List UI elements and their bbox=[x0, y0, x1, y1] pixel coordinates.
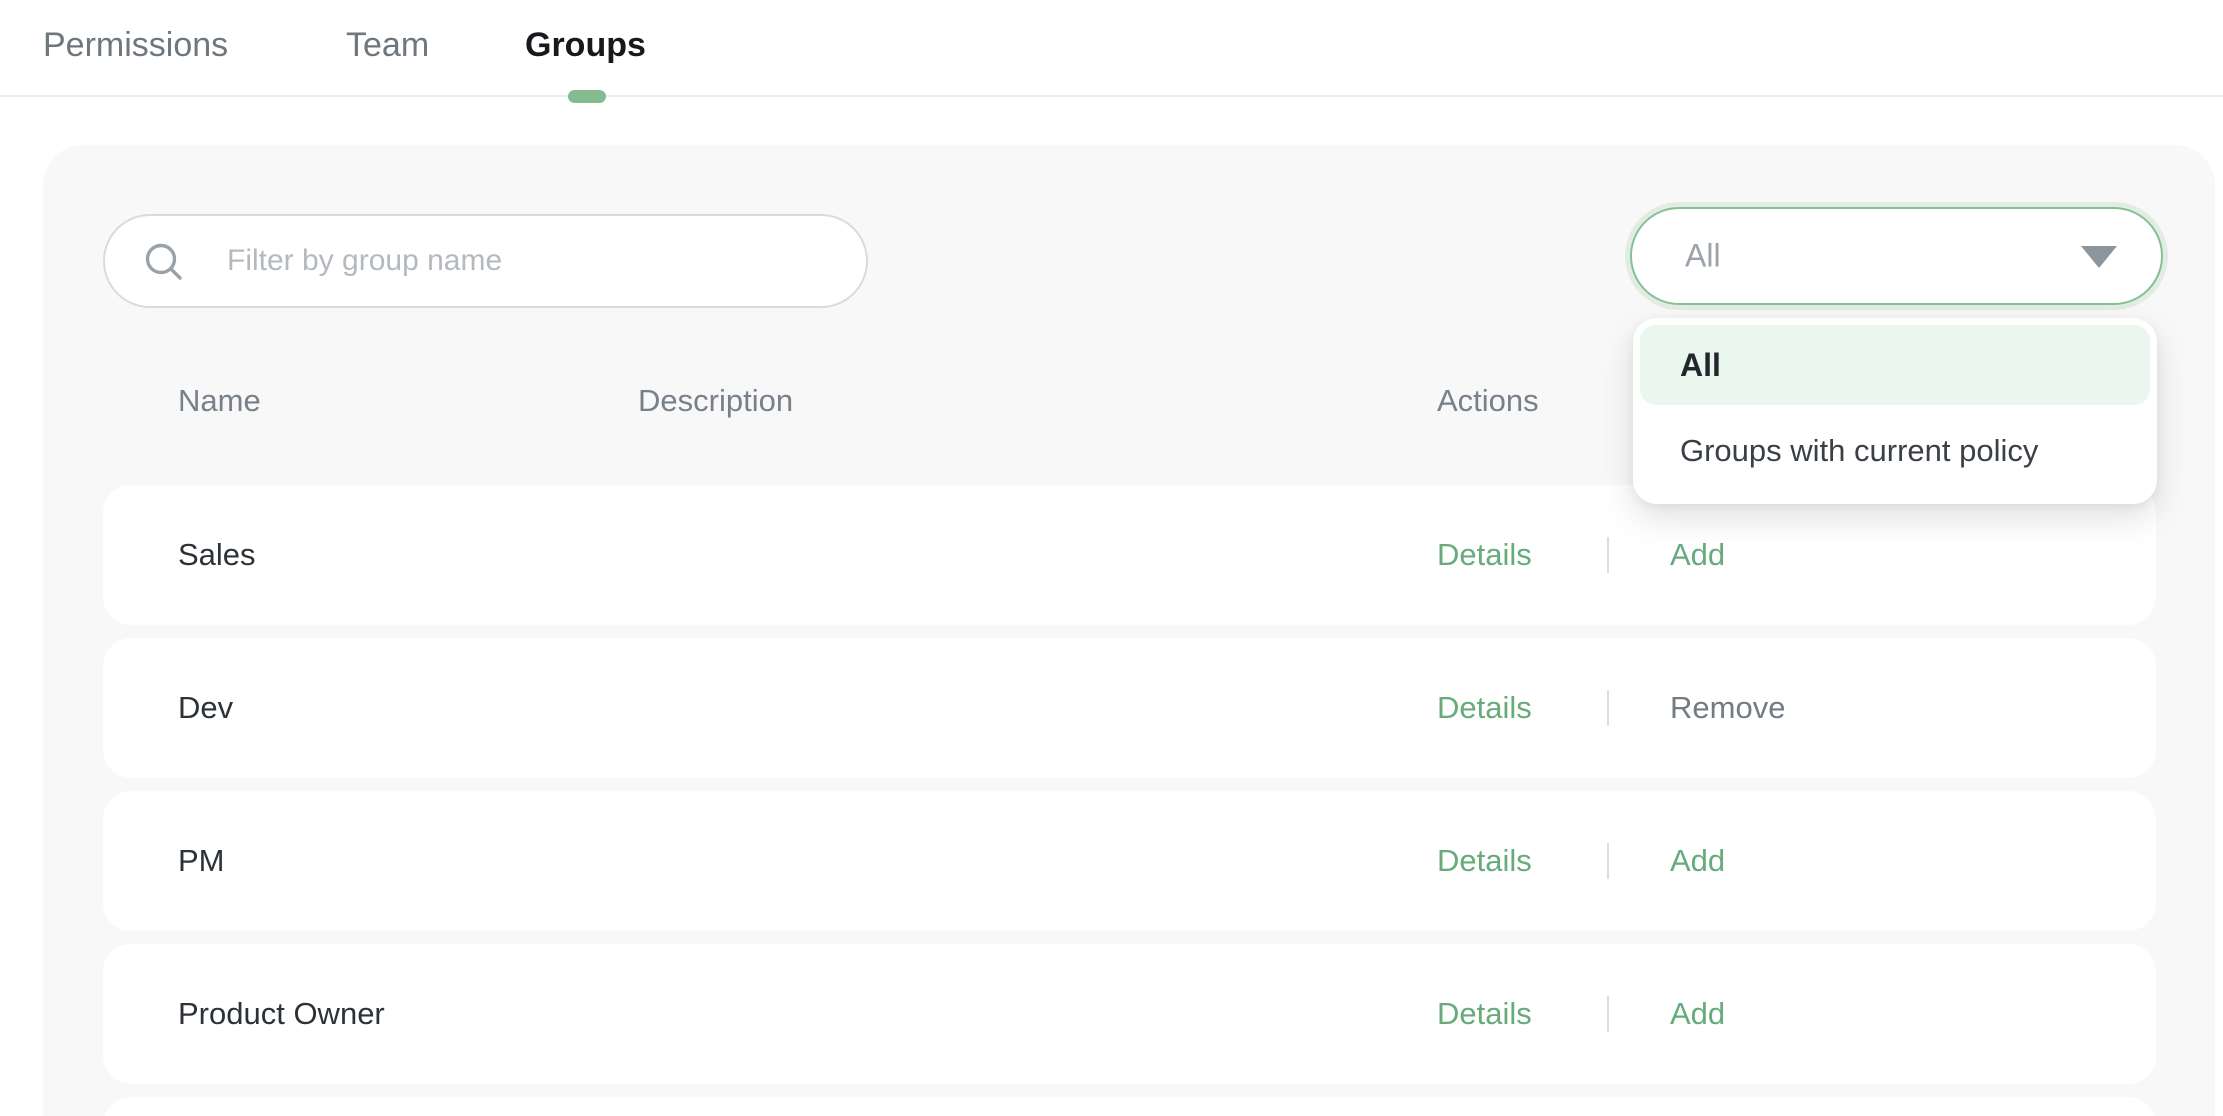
policy-filter-dropdown[interactable]: All bbox=[1630, 207, 2163, 305]
action-divider bbox=[1607, 690, 1609, 726]
table-row-pm: PM Details Add bbox=[103, 791, 2156, 931]
details-link[interactable]: Details bbox=[1437, 537, 1532, 573]
column-header-description: Description bbox=[638, 383, 793, 419]
column-header-name: Name bbox=[178, 383, 261, 419]
group-name: Sales bbox=[178, 537, 256, 573]
action-divider bbox=[1607, 996, 1609, 1032]
group-name: Product Owner bbox=[178, 996, 385, 1032]
add-link[interactable]: Add bbox=[1670, 996, 1725, 1032]
menu-option-all[interactable]: All bbox=[1640, 325, 2150, 405]
remove-link[interactable]: Remove bbox=[1670, 690, 1785, 726]
groups-card: All All Groups with current policy Name … bbox=[43, 145, 2215, 1116]
action-divider bbox=[1607, 843, 1609, 879]
active-tab-indicator bbox=[568, 90, 606, 103]
add-link[interactable]: Add bbox=[1670, 537, 1725, 573]
details-link[interactable]: Details bbox=[1437, 843, 1532, 879]
action-divider bbox=[1607, 537, 1609, 573]
policy-filter-value: All bbox=[1685, 238, 1721, 275]
group-search bbox=[103, 214, 868, 308]
column-header-actions: Actions bbox=[1437, 383, 1539, 419]
table-row-product-owner: Product Owner Details Add bbox=[103, 944, 2156, 1084]
table-row-partial bbox=[103, 1097, 2156, 1116]
tab-bar-divider bbox=[0, 95, 2223, 97]
add-link[interactable]: Add bbox=[1670, 843, 1725, 879]
group-name: Dev bbox=[178, 690, 233, 726]
table-row-sales: Sales Details Add bbox=[103, 485, 2156, 625]
tab-groups[interactable]: Groups bbox=[525, 26, 646, 65]
chevron-down-icon bbox=[2081, 246, 2117, 268]
details-link[interactable]: Details bbox=[1437, 690, 1532, 726]
tab-permissions[interactable]: Permissions bbox=[43, 26, 228, 65]
table-row-dev: Dev Details Remove bbox=[103, 638, 2156, 778]
tab-team[interactable]: Team bbox=[346, 26, 429, 65]
policy-filter-menu: All Groups with current policy bbox=[1633, 318, 2157, 504]
group-name: PM bbox=[178, 843, 225, 879]
details-link[interactable]: Details bbox=[1437, 996, 1532, 1032]
menu-option-groups-with-current-policy[interactable]: Groups with current policy bbox=[1640, 405, 2150, 497]
search-input[interactable] bbox=[105, 216, 866, 306]
groups-page: Permissions Team Groups All All Groups w… bbox=[0, 0, 2223, 1116]
